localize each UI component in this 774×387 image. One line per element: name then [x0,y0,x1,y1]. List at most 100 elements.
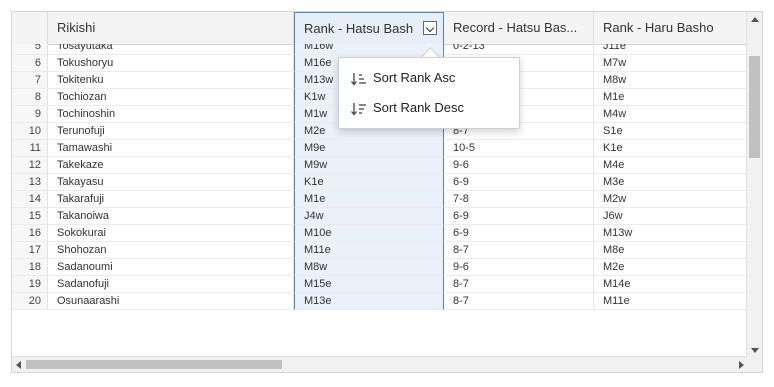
row-number-cell[interactable]: 12 [12,157,48,174]
rank-haru-cell[interactable]: M11e [594,293,748,310]
sort-asc-label: Sort Rank Asc [373,70,456,85]
rikishi-cell[interactable]: Tosayutaka [48,44,294,55]
rank-hatsu-cell[interactable]: M1e [294,191,444,208]
record-hatsu-cell[interactable]: 6-9 [444,208,594,225]
rank-haru-cell[interactable]: K1e [594,140,748,157]
table-row[interactable]: 13 Takayasu K1e 6-9 M3e [12,174,748,191]
rank-haru-cell[interactable]: M3e [594,174,748,191]
rikishi-cell[interactable]: Takarafuji [48,191,294,208]
rank-hatsu-cell[interactable]: M13e [294,293,444,310]
rank-hatsu-cell[interactable]: M15e [294,276,444,293]
table-row[interactable]: 14 Takarafuji M1e 7-8 M2w [12,191,748,208]
row-number-cell[interactable]: 6 [12,55,48,72]
row-number-cell[interactable]: 11 [12,140,48,157]
rikishi-cell[interactable]: Osunaarashi [48,293,294,310]
rikishi-cell[interactable]: Shohozan [48,242,294,259]
rank-haru-cell[interactable]: M2e [594,259,748,276]
row-number-cell[interactable]: 8 [12,89,48,106]
scroll-left-icon[interactable] [16,361,21,369]
rank-hatsu-cell[interactable]: K1e [294,174,444,191]
rank-hatsu-cell[interactable]: M9w [294,157,444,174]
rank-haru-cell[interactable]: M1e [594,89,748,106]
record-hatsu-cell[interactable]: 8-7 [444,242,594,259]
table-row[interactable]: 11 Tamawashi M9e 10-5 K1e [12,140,748,157]
rikishi-cell[interactable]: Tamawashi [48,140,294,157]
rikishi-cell[interactable]: Terunofuji [48,123,294,140]
record-hatsu-cell[interactable]: 6-9 [444,225,594,242]
rikishi-cell[interactable]: Tokushoryu [48,55,294,72]
rikishi-cell[interactable]: Tochiozan [48,89,294,106]
header-rownum [12,12,48,44]
rank-hatsu-cell[interactable]: M9e [294,140,444,157]
scroll-down-icon[interactable] [751,348,759,353]
table-row[interactable]: 5 Tosayutaka M16w 0-2-13 J11e [12,44,748,55]
row-number-cell[interactable]: 5 [12,44,48,55]
rank-haru-cell[interactable]: M14e [594,276,748,293]
rikishi-cell[interactable]: Takayasu [48,174,294,191]
rank-hatsu-cell[interactable]: M11e [294,242,444,259]
row-number-cell[interactable]: 9 [12,106,48,123]
rank-hatsu-cell[interactable]: M10e [294,225,444,242]
table-row[interactable]: 19 Sadanofuji M15e 8-7 M14e [12,276,748,293]
column-menu-dropdown-icon[interactable] [423,21,437,35]
rikishi-cell[interactable]: Sadanofuji [48,276,294,293]
rikishi-cell[interactable]: Tokitenku [48,72,294,89]
row-number-cell[interactable]: 19 [12,276,48,293]
rikishi-cell[interactable]: Takanoiwa [48,208,294,225]
scroll-up-icon[interactable] [751,17,759,22]
rank-haru-cell[interactable]: S1e [594,123,748,140]
rank-hatsu-cell[interactable]: J4w [294,208,444,225]
row-number-cell[interactable]: 10 [12,123,48,140]
rank-haru-cell[interactable]: M4w [594,106,748,123]
header-rikishi[interactable]: Rikishi [48,12,294,44]
header-rank-haru[interactable]: Rank - Haru Basho [594,12,748,44]
table-row[interactable]: 18 Sadanoumi M8w 9-6 M2e [12,259,748,276]
table-row[interactable]: 20 Osunaarashi M13e 8-7 M11e [12,293,748,310]
record-hatsu-cell[interactable]: 7-8 [444,191,594,208]
record-hatsu-cell[interactable]: 9-6 [444,259,594,276]
row-number-cell[interactable]: 7 [12,72,48,89]
header-rank-hatsu[interactable]: Rank - Hatsu Bash [294,12,444,44]
sort-desc-menu-item[interactable]: Sort Rank Desc [339,93,519,123]
row-number-cell[interactable]: 15 [12,208,48,225]
row-number-cell[interactable]: 14 [12,191,48,208]
vertical-scrollbar[interactable] [746,12,762,358]
rikishi-cell[interactable]: Tochinoshin [48,106,294,123]
rank-hatsu-cell[interactable]: M8w [294,259,444,276]
header-record-hatsu[interactable]: Record - Hatsu Bas... [444,12,594,44]
table-row[interactable]: 12 Takekaze M9w 9-6 M4e [12,157,748,174]
row-number-cell[interactable]: 18 [12,259,48,276]
row-number-cell[interactable]: 17 [12,242,48,259]
rank-haru-cell[interactable]: M4e [594,157,748,174]
column-sort-menu: Sort Rank Asc Sort Rank Desc [338,57,520,129]
rank-haru-cell[interactable]: M2w [594,191,748,208]
rank-haru-cell[interactable]: J11e [594,44,748,55]
rank-haru-cell[interactable]: J6w [594,208,748,225]
table-row[interactable]: 16 Sokokurai M10e 6-9 M13w [12,225,748,242]
table-row[interactable]: 15 Takanoiwa J4w 6-9 J6w [12,208,748,225]
record-hatsu-cell[interactable]: 0-2-13 [444,44,594,55]
header-record-hatsu-label: Record - Hatsu Bas... [453,20,578,35]
record-hatsu-cell[interactable]: 9-6 [444,157,594,174]
sort-asc-menu-item[interactable]: Sort Rank Asc [339,63,519,93]
record-hatsu-cell[interactable]: 6-9 [444,174,594,191]
scroll-right-icon[interactable] [739,361,744,369]
horizontal-scrollbar[interactable] [12,356,748,372]
row-number-cell[interactable]: 20 [12,293,48,310]
record-hatsu-cell[interactable]: 10-5 [444,140,594,157]
vertical-scroll-thumb[interactable] [749,56,760,158]
record-hatsu-cell[interactable]: 8-7 [444,276,594,293]
rikishi-cell[interactable]: Sadanoumi [48,259,294,276]
row-number-cell[interactable]: 13 [12,174,48,191]
table-row[interactable]: 17 Shohozan M11e 8-7 M8e [12,242,748,259]
rank-hatsu-cell[interactable]: M16w [294,44,444,55]
rikishi-cell[interactable]: Sokokurai [48,225,294,242]
horizontal-scroll-thumb[interactable] [26,360,282,369]
row-number-cell[interactable]: 16 [12,225,48,242]
record-hatsu-cell[interactable]: 8-7 [444,293,594,310]
rikishi-cell[interactable]: Takekaze [48,157,294,174]
rank-haru-cell[interactable]: M7w [594,55,748,72]
rank-haru-cell[interactable]: M8e [594,242,748,259]
rank-haru-cell[interactable]: M8w [594,72,748,89]
rank-haru-cell[interactable]: M13w [594,225,748,242]
